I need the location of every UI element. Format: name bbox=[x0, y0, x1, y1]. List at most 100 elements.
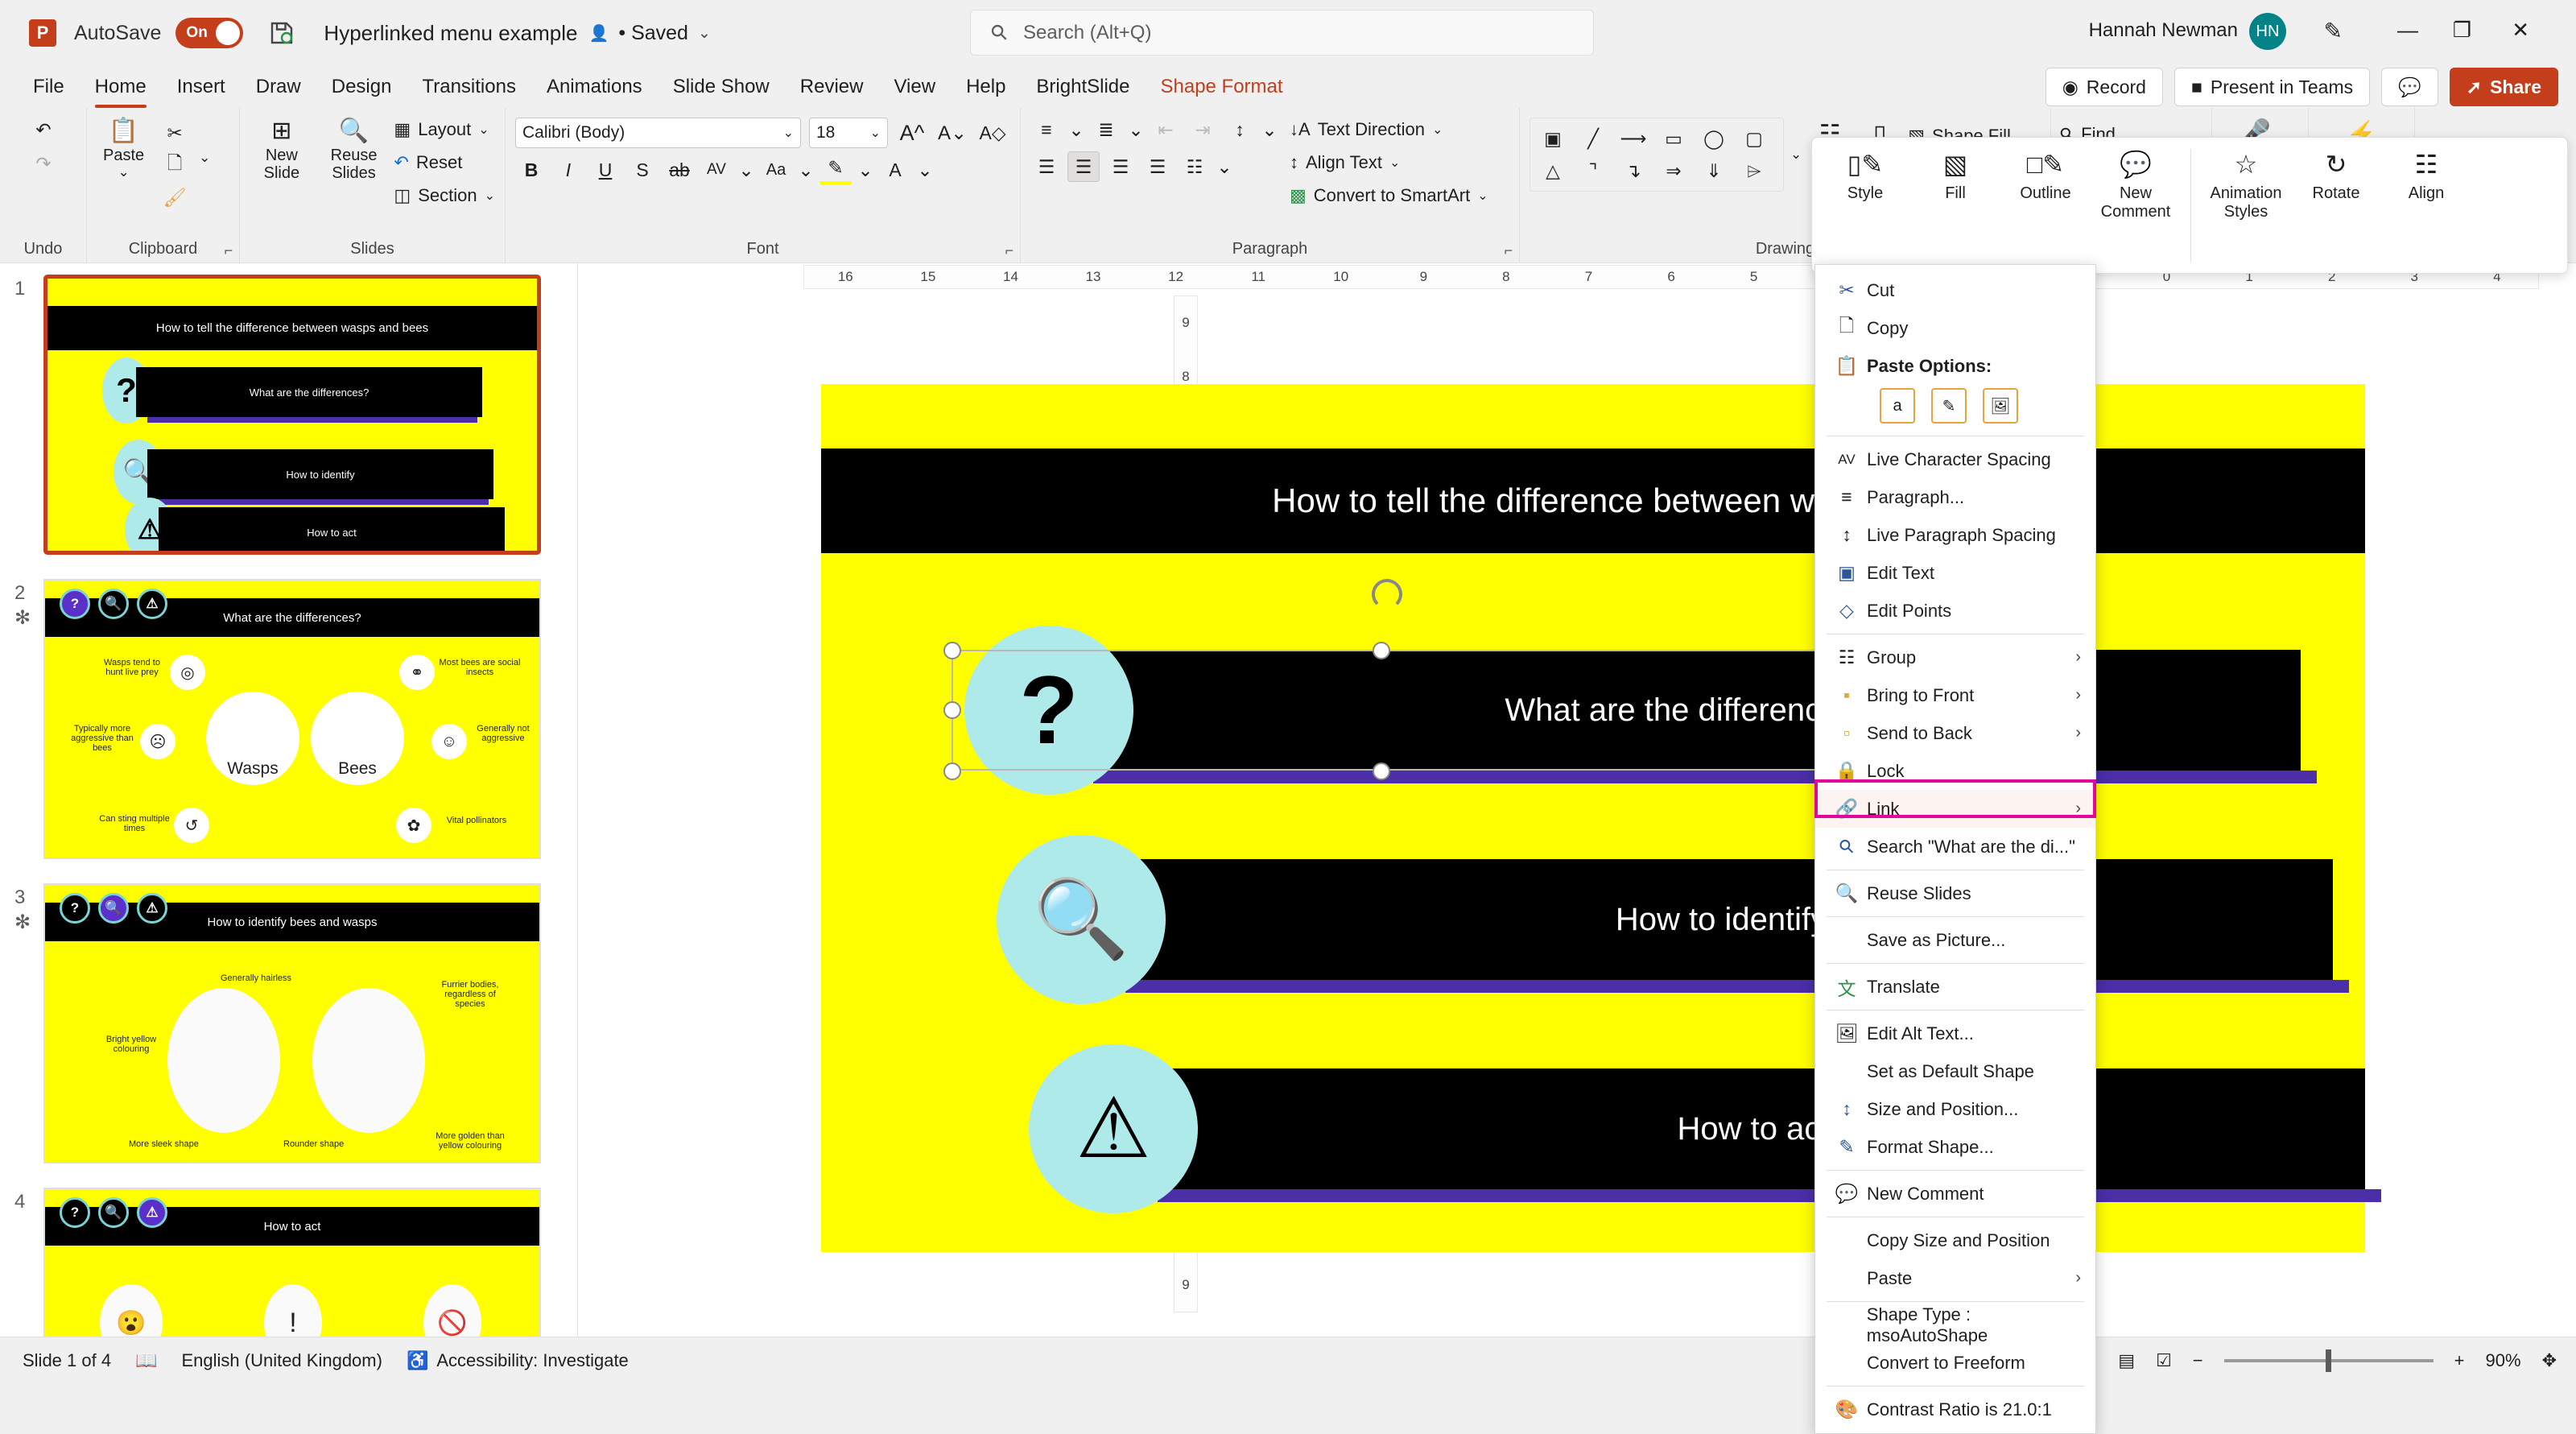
slide-title-bar[interactable]: How to tell the difference between wasps… bbox=[821, 448, 2365, 553]
present-in-teams-button[interactable]: ■ Present in Teams bbox=[2174, 68, 2370, 106]
thumbnail-item-1[interactable]: 1 How to tell the difference between was… bbox=[43, 275, 577, 555]
thumb1-menu-item-1[interactable]: What are the differences? bbox=[136, 367, 482, 417]
clipboard-chevron-down-icon[interactable]: ⌄ bbox=[199, 150, 210, 166]
paste-button[interactable]: 📋 Paste ⌄ bbox=[97, 114, 151, 184]
context-menu-item-paste[interactable]: Paste › bbox=[1815, 1259, 2095, 1297]
notes-icon[interactable]: 📖 bbox=[135, 1350, 157, 1371]
font-color-chevron-down-icon[interactable]: ⌄ bbox=[916, 155, 934, 185]
grow-font-icon[interactable]: A^ bbox=[896, 118, 928, 148]
rotate-handle[interactable] bbox=[1372, 579, 1402, 610]
question-mark-icon[interactable]: ? bbox=[60, 1197, 90, 1228]
change-case-button[interactable]: Aa bbox=[760, 155, 792, 185]
thumbnail-4-canvas[interactable]: How to act ? 🔍 ⚠ 😮 ! 🚫 bbox=[43, 1188, 541, 1337]
bold-button[interactable]: B bbox=[515, 155, 547, 185]
document-title[interactable]: Hyperlinked menu example bbox=[324, 21, 577, 46]
convert-to-smartart-button[interactable]: ▩ Convert to SmartArt ⌄ bbox=[1290, 180, 1488, 211]
context-menu-item-lock[interactable]: 🔒 Lock bbox=[1815, 752, 2095, 790]
search-bar[interactable]: ⚲ Search (Alt+Q) bbox=[970, 10, 1594, 56]
context-menu-item-paragraph[interactable]: ≡ Paragraph... bbox=[1815, 478, 2095, 516]
context-menu-item-translate[interactable]: 文 Translate bbox=[1815, 968, 2095, 1006]
minibar-rotate-button[interactable]: ↻ Rotate bbox=[2291, 149, 2381, 203]
context-menu[interactable]: ✂ Cut 🗋 Copy 📋 Paste Options: a ✎ 🖼 AV L… bbox=[1814, 264, 2096, 1434]
text-highlight-icon[interactable]: ✎ bbox=[819, 155, 852, 185]
tab-transitions[interactable]: Transitions bbox=[407, 71, 530, 103]
floating-mini-toolbar[interactable]: ▯✎ Style ▧ Fill □✎ Outline 💬 New Comment… bbox=[1811, 137, 2568, 274]
slide-menu-row-3[interactable]: How to act ⚠ bbox=[1029, 1068, 2365, 1189]
picture-icon[interactable]: 🖼 bbox=[1983, 388, 2018, 424]
keep-source-formatting-icon[interactable]: ✎ bbox=[1931, 388, 1967, 424]
resize-handle-top-left[interactable] bbox=[943, 642, 961, 659]
tab-file[interactable]: File bbox=[18, 71, 80, 103]
slide-menu-row-2[interactable]: How to identify 🔍 bbox=[997, 859, 2333, 980]
character-spacing-icon[interactable]: AV bbox=[700, 155, 733, 185]
context-menu-item-format-shape[interactable]: ✎ Format Shape... bbox=[1815, 1128, 2095, 1166]
rectangle-shape-icon[interactable]: ▭ bbox=[1657, 123, 1690, 154]
context-menu-item-edit-text[interactable]: ▣ Edit Text bbox=[1815, 554, 2095, 592]
thumbnail-1-canvas[interactable]: How to tell the difference between wasps… bbox=[43, 275, 541, 555]
paste-chevron-down-icon[interactable]: ⌄ bbox=[118, 164, 129, 180]
keep-text-only-icon[interactable]: a bbox=[1880, 388, 1915, 424]
format-painter-button[interactable]: 🖌 bbox=[159, 182, 191, 213]
question-mark-icon[interactable]: ? bbox=[60, 893, 90, 924]
zoom-level-label[interactable]: 90% bbox=[2486, 1350, 2521, 1371]
minibar-outline-button[interactable]: □✎ Outline bbox=[2000, 149, 2091, 203]
context-menu-item-copy[interactable]: 🗋 Copy bbox=[1815, 309, 2095, 347]
redo-arrow-icon[interactable]: ↷ bbox=[27, 148, 60, 179]
new-slide-button[interactable]: ⊞ New Slide bbox=[250, 114, 314, 185]
minibar-style-button[interactable]: ▯✎ Style bbox=[1820, 149, 1910, 203]
minibar-fill-button[interactable]: ▧ Fill bbox=[1910, 149, 2000, 203]
justify-icon[interactable]: ☰ bbox=[1141, 151, 1174, 182]
line-shape-icon[interactable]: ╱ bbox=[1577, 123, 1609, 154]
close-button[interactable]: ✕ bbox=[2512, 18, 2529, 43]
zoom-slider-knob[interactable] bbox=[2326, 1349, 2331, 1372]
align-right-icon[interactable]: ☰ bbox=[1104, 151, 1137, 182]
cut-button[interactable]: ✂ bbox=[159, 118, 191, 148]
menu-row-2-bar[interactable]: How to identify bbox=[1109, 859, 2333, 980]
context-menu-item-set-as-default-shape[interactable]: Set as Default Shape bbox=[1815, 1052, 2095, 1090]
context-menu-item-group[interactable]: ☷ Group › bbox=[1815, 638, 2095, 676]
tab-view[interactable]: View bbox=[878, 71, 951, 103]
thumbnail-item-3[interactable]: 3 ✻ How to identify bees and wasps ? 🔍 ⚠… bbox=[43, 883, 577, 1163]
fit-to-window-icon[interactable]: ✥ bbox=[2542, 1350, 2557, 1371]
thumbnail-item-2[interactable]: 2 ✻ What are the differences? ? 🔍 ⚠ Wasp… bbox=[43, 579, 577, 859]
thumb1-menu-item-2[interactable]: How to identify bbox=[147, 449, 493, 499]
bullets-chevron-down-icon[interactable]: ⌄ bbox=[1067, 114, 1085, 145]
highlight-chevron-down-icon[interactable]: ⌄ bbox=[857, 155, 874, 185]
reset-button[interactable]: ↶ Reset bbox=[394, 147, 495, 178]
char-spacing-chevron-down-icon[interactable]: ⌄ bbox=[737, 155, 755, 185]
context-menu-item-reuse-slides[interactable]: 🔍 Reuse Slides bbox=[1815, 874, 2095, 912]
warning-triangle-icon[interactable]: ⚠ bbox=[137, 589, 167, 619]
accessibility-status[interactable]: ♿ Accessibility: Investigate bbox=[407, 1350, 629, 1371]
tab-animations[interactable]: Animations bbox=[531, 71, 658, 103]
clipboard-dialog-launcher[interactable]: ⌐ bbox=[224, 242, 233, 259]
context-menu-item-cut[interactable]: ✂ Cut bbox=[1815, 271, 2095, 309]
zoom-in-button[interactable]: + bbox=[2454, 1350, 2465, 1371]
maximize-button[interactable]: ❐ bbox=[2453, 18, 2471, 43]
tab-design[interactable]: Design bbox=[316, 71, 407, 103]
font-dialog-launcher[interactable]: ⌐ bbox=[1005, 242, 1013, 259]
share-button[interactable]: ➚ Share bbox=[2450, 68, 2558, 106]
paragraph-dialog-launcher[interactable]: ⌐ bbox=[1504, 242, 1513, 259]
tab-shape-format[interactable]: Shape Format bbox=[1145, 71, 1298, 103]
slide-count-label[interactable]: Slide 1 of 4 bbox=[23, 1350, 111, 1371]
slide-thumbnail-pane[interactable]: 1 How to tell the difference between was… bbox=[0, 263, 578, 1337]
resize-handle-middle-left[interactable] bbox=[943, 701, 961, 719]
flowchart-shape-icon[interactable]: ⌲ bbox=[1738, 155, 1770, 186]
down-arrow-shape-icon[interactable]: ⇓ bbox=[1698, 155, 1730, 186]
tab-help[interactable]: Help bbox=[951, 71, 1021, 103]
minibar-new-comment-button[interactable]: 💬 New Comment bbox=[2091, 149, 2181, 221]
reuse-slides-button[interactable]: 🔍 Reuse Slides bbox=[322, 114, 386, 185]
minibar-align-button[interactable]: ☷ Align bbox=[2381, 149, 2471, 203]
record-button[interactable]: ◉ Record bbox=[2046, 68, 2163, 106]
italic-button[interactable]: I bbox=[552, 155, 584, 185]
tab-slide-show[interactable]: Slide Show bbox=[658, 71, 785, 103]
copy-button[interactable]: 🗋 bbox=[159, 150, 191, 180]
language-label[interactable]: English (United Kingdom) bbox=[181, 1350, 382, 1371]
bullets-icon[interactable]: ≡ bbox=[1030, 114, 1063, 145]
context-menu-item-bring-to-front[interactable]: ▪ Bring to Front › bbox=[1815, 676, 2095, 714]
reading-view-icon[interactable]: ☑ bbox=[2156, 1350, 2172, 1371]
increase-indent-icon[interactable]: ⇥ bbox=[1187, 114, 1219, 145]
align-text-button[interactable]: ↕ Align Text ⌄ bbox=[1290, 147, 1488, 178]
font-color-button[interactable]: A bbox=[879, 155, 911, 185]
magnifier-bug-icon[interactable]: 🔍 bbox=[98, 1197, 129, 1228]
